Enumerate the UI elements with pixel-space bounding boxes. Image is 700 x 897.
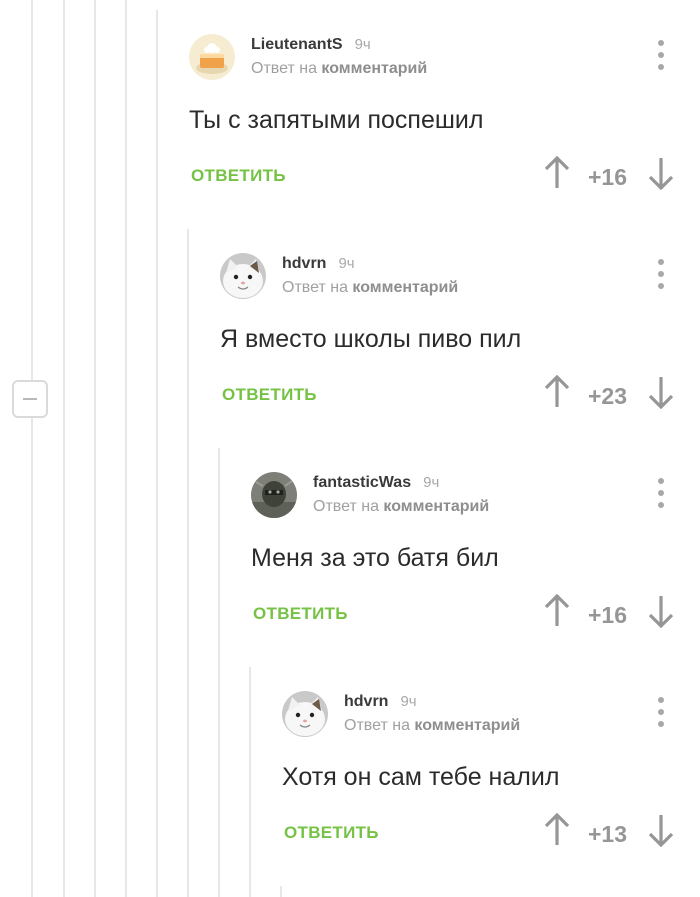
author-name[interactable]: fantasticWas [313, 474, 411, 491]
upvote-arrow-icon[interactable] [544, 155, 570, 195]
reply-to-label: Ответ на комментарий [344, 717, 520, 735]
thread-line [125, 0, 127, 897]
upvote-arrow-icon[interactable] [544, 593, 570, 633]
thread-line [31, 0, 33, 380]
comment: hdvrn 9ч Ответ на комментарий Я вместо шк… [220, 253, 700, 453]
more-options-icon[interactable] [658, 40, 664, 70]
comment: hdvrn 9ч Ответ на комментарий Хотя он сам… [282, 691, 700, 891]
comment-author[interactable]: LieutenantS 9ч [251, 36, 371, 54]
comment: fantasticWas 9ч Ответ на комментарий Меня… [251, 472, 700, 672]
reply-to-link[interactable]: комментарий [414, 717, 520, 734]
comment-time: 9ч [400, 693, 417, 710]
reply-to-prefix: Ответ на [313, 498, 379, 515]
thread-line [63, 0, 65, 897]
downvote-arrow-icon[interactable] [648, 156, 674, 195]
cake-avatar[interactable] [189, 34, 235, 80]
more-options-icon[interactable] [658, 478, 664, 508]
comment-time: 9ч [423, 474, 440, 491]
thread-line [249, 667, 251, 897]
reply-to-label: Ответ на комментарий [251, 60, 427, 78]
comment-time: 9ч [354, 36, 371, 53]
downvote-arrow-icon[interactable] [648, 375, 674, 414]
comment-text: Ты с запятыми поспешил [189, 106, 484, 134]
upvote-arrow-icon[interactable] [544, 812, 570, 852]
thread-line [156, 10, 158, 897]
collapse-thread-button[interactable] [12, 380, 48, 418]
comment-score: +16 [587, 164, 627, 190]
author-name[interactable]: hdvrn [344, 693, 388, 710]
comment-author[interactable]: fantasticWas 9ч [313, 474, 439, 492]
comment-score: +23 [587, 383, 627, 409]
thread-line [31, 418, 33, 897]
thread-line [94, 0, 96, 897]
comment-text: Меня за это батя бил [251, 544, 499, 572]
downvote-arrow-icon[interactable] [648, 594, 674, 633]
more-options-icon[interactable] [658, 697, 664, 727]
thread-line [218, 448, 220, 897]
comment-score: +16 [587, 602, 627, 628]
thread-line [187, 229, 189, 897]
reply-to-link[interactable]: комментарий [383, 498, 489, 515]
helmet-avatar[interactable] [251, 472, 297, 518]
reply-to-prefix: Ответ на [344, 717, 410, 734]
comment-text: Хотя он сам тебе налил [282, 763, 560, 791]
reply-to-link[interactable]: комментарий [321, 60, 427, 77]
reply-to-label: Ответ на комментарий [313, 498, 489, 516]
upvote-arrow-icon[interactable] [544, 374, 570, 414]
author-name[interactable]: hdvrn [282, 255, 326, 272]
reply-button[interactable]: ОТВЕТИТЬ [191, 166, 286, 186]
reply-button[interactable]: ОТВЕТИТЬ [284, 823, 379, 843]
reply-to-prefix: Ответ на [282, 279, 348, 296]
reply-to-prefix: Ответ на [251, 60, 317, 77]
comment-score: +13 [587, 821, 627, 847]
reply-to-label: Ответ на комментарий [282, 279, 458, 297]
white-cat-avatar[interactable] [220, 253, 266, 299]
reply-to-link[interactable]: комментарий [352, 279, 458, 296]
reply-button[interactable]: ОТВЕТИТЬ [253, 604, 348, 624]
author-name[interactable]: LieutenantS [251, 36, 343, 53]
comment: LieutenantS 9ч Ответ на комментарий Ты с … [189, 34, 700, 234]
white-cat-avatar[interactable] [282, 691, 328, 737]
comment-time: 9ч [338, 255, 355, 272]
reply-button[interactable]: ОТВЕТИТЬ [222, 385, 317, 405]
more-options-icon[interactable] [658, 259, 664, 289]
comment-author[interactable]: hdvrn 9ч [282, 255, 355, 273]
comment-author[interactable]: hdvrn 9ч [344, 693, 417, 711]
comment-text: Я вместо школы пиво пил [220, 325, 522, 353]
downvote-arrow-icon[interactable] [648, 813, 674, 852]
